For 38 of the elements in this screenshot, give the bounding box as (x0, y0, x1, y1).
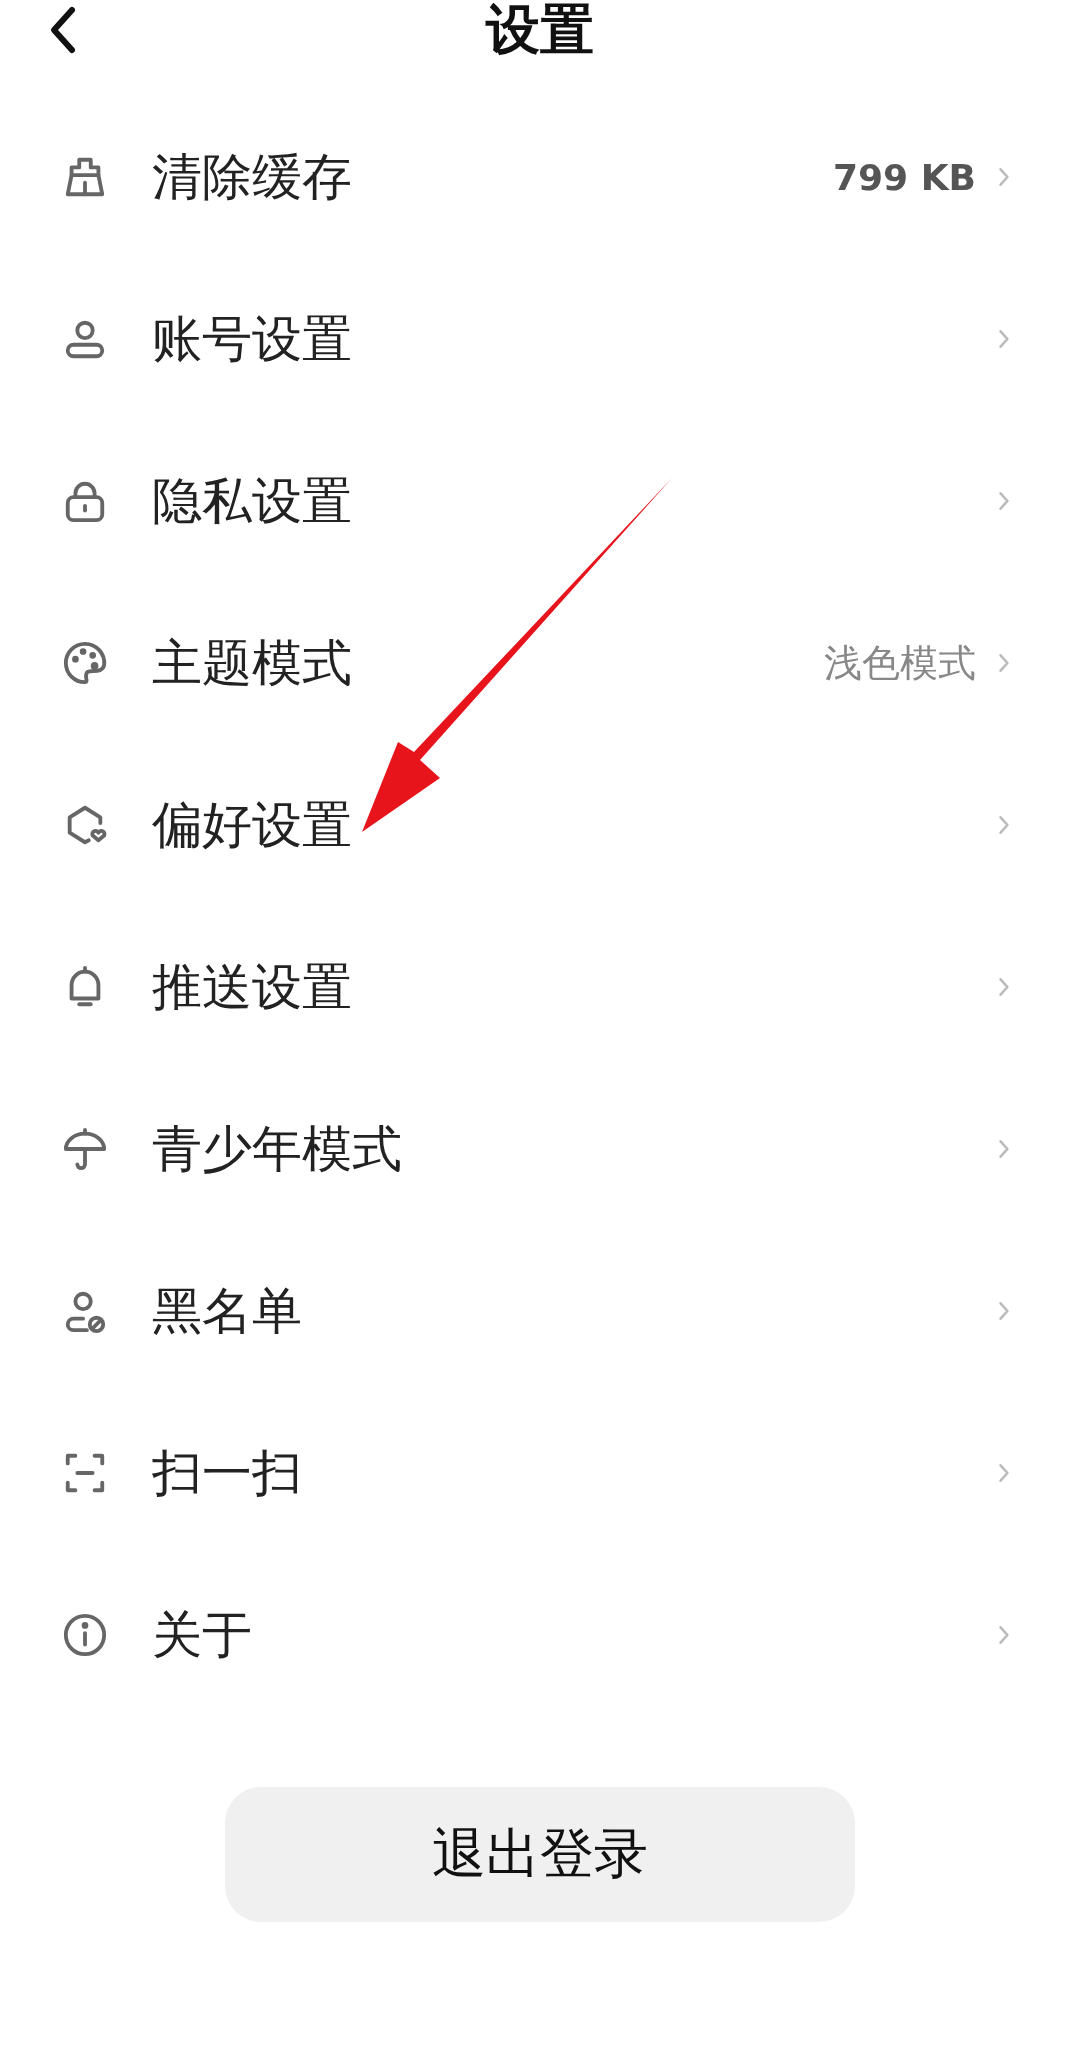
item-label: 偏好设置 (152, 794, 353, 856)
chevron-icon (998, 814, 1010, 836)
settings-item[interactable]: 账号设置 (0, 258, 1080, 420)
item-value: 浅色模式 (824, 639, 976, 687)
item-label: 推送设置 (152, 956, 353, 1018)
item-label: 隐私设置 (152, 470, 353, 532)
chevron-icon (998, 166, 1010, 188)
settings-item[interactable]: 青少年模式 (0, 1068, 1080, 1230)
logout-button[interactable]: 退出登录 (225, 1787, 855, 1922)
back-icon[interactable] (48, 5, 78, 55)
chevron-icon (998, 1462, 1010, 1484)
chevron-icon (998, 1300, 1010, 1322)
item-label: 关于 (152, 1604, 253, 1666)
settings-item[interactable]: 关于 (0, 1554, 1080, 1716)
item-label: 账号设置 (152, 308, 353, 370)
chevron-icon (998, 490, 1010, 512)
settings-item[interactable]: 偏好设置 (0, 744, 1080, 906)
settings-item[interactable]: 扫一扫 (0, 1392, 1080, 1554)
chevron-icon (998, 1138, 1010, 1160)
settings-item[interactable]: 黑名单 (0, 1230, 1080, 1392)
chevron-icon (998, 976, 1010, 998)
palette-icon (62, 640, 108, 686)
chevron-icon (998, 328, 1010, 350)
umbrella-icon (62, 1126, 108, 1172)
item-label: 扫一扫 (152, 1442, 303, 1504)
item-label: 青少年模式 (152, 1118, 403, 1180)
settings-item[interactable]: 隐私设置 (0, 420, 1080, 582)
settings-item[interactable]: 推送设置 (0, 906, 1080, 1068)
item-label: 主题模式 (152, 632, 353, 694)
info-icon (62, 1612, 108, 1658)
chevron-icon (998, 652, 1010, 674)
item-value: 799 KB (833, 156, 976, 198)
chevron-icon (998, 1624, 1010, 1646)
item-label: 清除缓存 (152, 146, 353, 208)
settings-item[interactable]: 主题模式 浅色模式 (0, 582, 1080, 744)
settings-item[interactable]: 清除缓存 799 KB (0, 96, 1080, 258)
item-label: 黑名单 (152, 1280, 303, 1342)
page-title: 设置 (486, 0, 594, 63)
